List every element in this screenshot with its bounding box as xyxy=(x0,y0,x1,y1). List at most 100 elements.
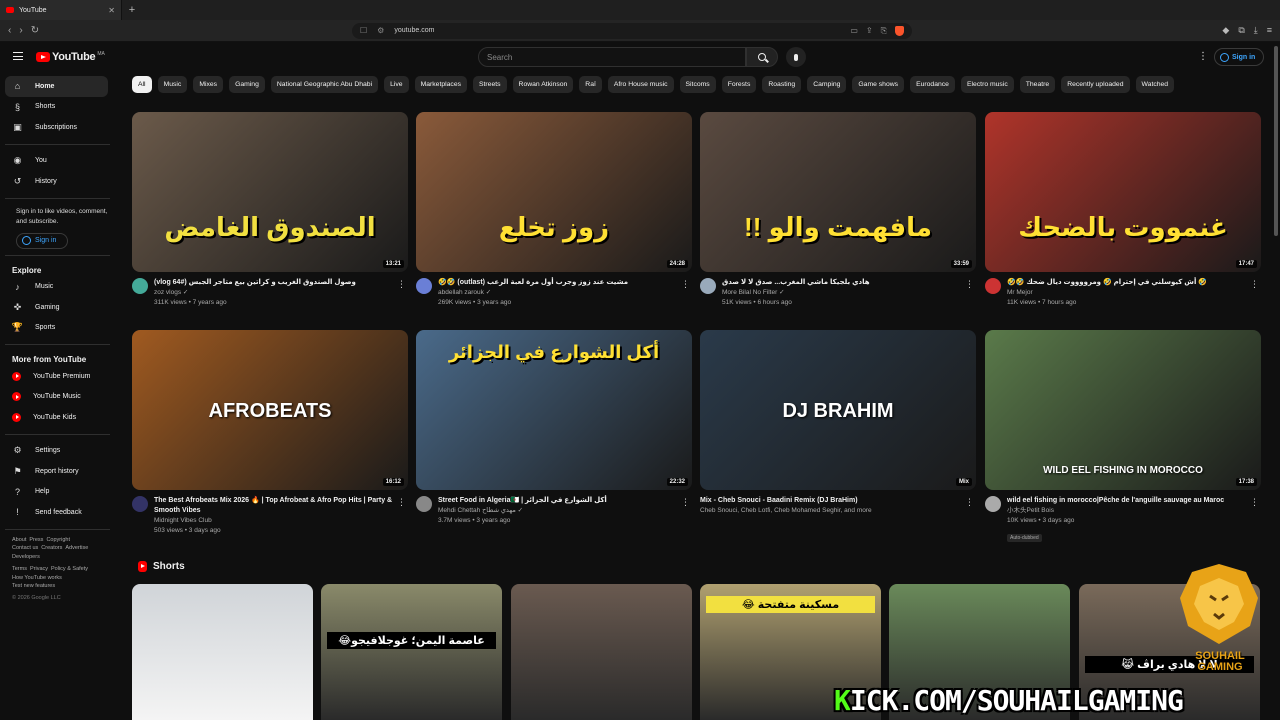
youtube-logo[interactable]: YouTube MA xyxy=(36,51,105,63)
footer-link[interactable]: Developers xyxy=(12,554,40,560)
video-card[interactable]: غنمووت بالضحك 17:47 🤣🤣 أش كيوسلني في إحترا… xyxy=(985,112,1261,308)
chip-afro-house-music[interactable]: Afro House music xyxy=(607,76,674,93)
back-icon[interactable]: ‹ xyxy=(8,25,11,36)
chip-gaming[interactable]: Gaming xyxy=(229,76,265,93)
chip-national-geographic-abu-dhabi[interactable]: National Geographic Abu Dhabi xyxy=(270,76,379,93)
site-info-icon[interactable]: ⚙ xyxy=(377,26,384,35)
video-menu-icon[interactable]: ⋮ xyxy=(397,497,406,508)
channel-name[interactable]: zoz vlogs xyxy=(154,289,181,296)
sidebar-item-history[interactable]: ↺ History xyxy=(5,171,108,192)
page-scrollbar[interactable] xyxy=(1274,46,1278,236)
short-thumbnail[interactable]: عاصمة اليمن؛ غوجلافيجو😂 xyxy=(321,584,502,720)
chip-streets[interactable]: Streets xyxy=(473,76,507,93)
chip-live[interactable]: Live xyxy=(384,76,409,93)
chip-watched[interactable]: Watched xyxy=(1135,76,1175,93)
sidebar-item-report-history[interactable]: ⚑ Report history xyxy=(5,461,108,482)
sidebar-item-shorts[interactable]: § Shorts xyxy=(5,97,108,118)
forward-icon[interactable]: › xyxy=(19,25,22,36)
copy-link-icon[interactable]: ⎘ xyxy=(881,26,887,36)
cast-icon[interactable]: ▭ xyxy=(850,26,858,36)
settings-kebab-icon[interactable]: ⋮ xyxy=(1198,51,1208,62)
footer-link[interactable]: Advertise xyxy=(65,545,88,551)
footer-link[interactable]: Contact us xyxy=(12,545,38,551)
video-thumbnail[interactable]: غنمووت بالضحك 17:47 xyxy=(985,112,1261,272)
sidebar-item-youtube-premium[interactable]: YouTube Premium xyxy=(5,366,108,387)
wallet-icon[interactable]: ◆ xyxy=(1222,25,1229,36)
channel-name[interactable]: abdellah zarouk xyxy=(438,289,484,296)
sidebar-item-subscriptions[interactable]: ▣ Subscriptions xyxy=(5,117,108,138)
browser-tab[interactable]: YouTube ✕ xyxy=(0,0,122,20)
search-button[interactable] xyxy=(746,47,778,67)
url-field[interactable]: ☐ ⚙ youtube.com ▭ ⇪ ⎘ xyxy=(352,22,912,39)
sidebar-item-help[interactable]: ? Help xyxy=(5,482,108,503)
video-title[interactable]: The Best Afrobeats Mix 2026 🔥 | Top Afro… xyxy=(154,496,394,516)
footer-link[interactable]: Test new features xyxy=(12,583,55,589)
video-menu-icon[interactable]: ⋮ xyxy=(1250,497,1259,508)
chip-rowan-atkinson[interactable]: Rowan Atkinson xyxy=(512,76,574,93)
video-title[interactable]: Mix - Cheb Snouci - Baadini Remix (DJ Br… xyxy=(700,496,940,506)
video-menu-icon[interactable]: ⋮ xyxy=(397,279,406,290)
sidebar-item-you[interactable]: ◉ You xyxy=(5,151,108,172)
footer-link[interactable]: Terms xyxy=(12,566,27,572)
channel-name[interactable]: Mehdi Chettah مهدي شطاح xyxy=(438,507,516,514)
video-card[interactable]: AFROBEATS 16:12 The Best Afrobeats Mix 202… xyxy=(132,330,408,536)
share-icon[interactable]: ⇪ xyxy=(866,26,873,36)
bookmark-icon[interactable]: ☐ xyxy=(360,26,367,35)
chip-marketplaces[interactable]: Marketplaces xyxy=(414,76,467,93)
sidebar-item-youtube-music[interactable]: YouTube Music xyxy=(5,387,108,408)
channel-avatar[interactable] xyxy=(700,278,716,294)
channel-avatar[interactable] xyxy=(985,278,1001,294)
channel-name[interactable]: 小木头Petit Bois xyxy=(1007,507,1054,514)
footer-link[interactable]: Press xyxy=(29,537,43,543)
channel-avatar[interactable] xyxy=(416,278,432,294)
sidebar-item-gaming[interactable]: ✜ Gaming xyxy=(5,297,108,318)
chip-electro-music[interactable]: Electro music xyxy=(960,76,1014,93)
footer-link[interactable]: Copyright xyxy=(46,537,70,543)
footer-link[interactable]: Policy & Safety xyxy=(51,566,88,572)
chip-recently-uploaded[interactable]: Recently uploaded xyxy=(1061,76,1130,93)
channel-name[interactable]: Mr Mejor xyxy=(1007,289,1033,296)
chip-eurodance[interactable]: Eurodance xyxy=(910,76,955,93)
short-thumbnail[interactable] xyxy=(511,584,692,720)
sidebar-item-home[interactable]: ⌂ Home xyxy=(5,76,108,97)
video-menu-icon[interactable]: ⋮ xyxy=(965,279,974,290)
channel-avatar[interactable] xyxy=(132,496,148,512)
video-thumbnail[interactable]: أكل الشوارع في الجزائر 22:32 xyxy=(416,330,692,490)
video-card[interactable]: WILD EEL FISHING IN MOROCCO 17:38 wild eel… xyxy=(985,330,1261,544)
video-card[interactable]: مافهمت والو !! 33:59 هادي بلجيكا ماشي المغ… xyxy=(700,112,976,308)
chip-roasting[interactable]: Roasting xyxy=(762,76,802,93)
channel-name[interactable]: Midnight Vibes Club xyxy=(154,517,212,524)
video-thumbnail[interactable]: زوز تخلع 24:28 xyxy=(416,112,692,272)
voice-search-button[interactable] xyxy=(786,47,806,67)
video-card[interactable]: DJ BRAHIM Mix Mix - Cheb Snouci - Baadini … xyxy=(700,330,976,516)
extensions-icon[interactable]: ⧉ xyxy=(1238,25,1244,36)
chip-ra-[interactable]: Raï xyxy=(579,76,602,93)
video-menu-icon[interactable]: ⋮ xyxy=(1250,279,1259,290)
chip-sitcoms[interactable]: Sitcoms xyxy=(679,76,716,93)
chip-theatre[interactable]: Theatre xyxy=(1019,76,1056,93)
footer-link[interactable]: How YouTube works xyxy=(12,575,62,581)
video-menu-icon[interactable]: ⋮ xyxy=(681,279,690,290)
video-card[interactable]: أكل الشوارع في الجزائر 22:32 Street Food i… xyxy=(416,330,692,526)
close-tab-icon[interactable]: ✕ xyxy=(108,6,115,15)
browser-menu-icon[interactable]: ≡ xyxy=(1267,25,1272,36)
sidebar-item-send-feedback[interactable]: ! Send feedback xyxy=(5,502,108,523)
video-title[interactable]: Street Food in Algeria🇩🇿 | أكل الشوارع ف… xyxy=(438,496,678,506)
footer-link[interactable]: About xyxy=(12,537,26,543)
chip-all[interactable]: All xyxy=(132,76,152,93)
reload-icon[interactable]: ↻ xyxy=(31,25,39,36)
sign-in-button[interactable]: Sign in xyxy=(1214,48,1264,66)
chip-forests[interactable]: Forests xyxy=(721,76,757,93)
hamburger-menu-icon[interactable] xyxy=(13,52,23,60)
channel-avatar[interactable] xyxy=(985,496,1001,512)
video-thumbnail[interactable]: AFROBEATS 16:12 xyxy=(132,330,408,490)
chip-camping[interactable]: Camping xyxy=(807,76,847,93)
video-card[interactable]: الصندوق الغامض 13:21 (vlog 64#) وصول الصند… xyxy=(132,112,408,308)
video-title[interactable]: wild eel fishing in morocco|Pêche de l'a… xyxy=(1007,496,1247,506)
channel-avatar[interactable] xyxy=(416,496,432,512)
video-thumbnail[interactable]: WILD EEL FISHING IN MOROCCO 17:38 xyxy=(985,330,1261,490)
video-thumbnail[interactable]: الصندوق الغامض 13:21 xyxy=(132,112,408,272)
brave-shield-icon[interactable] xyxy=(895,25,904,36)
channel-name[interactable]: More Bilal No Filter xyxy=(722,289,777,296)
video-title[interactable]: 🤣🤣 (outlast) مشيت عند زوز وجرب أول مرة ل… xyxy=(438,278,678,288)
